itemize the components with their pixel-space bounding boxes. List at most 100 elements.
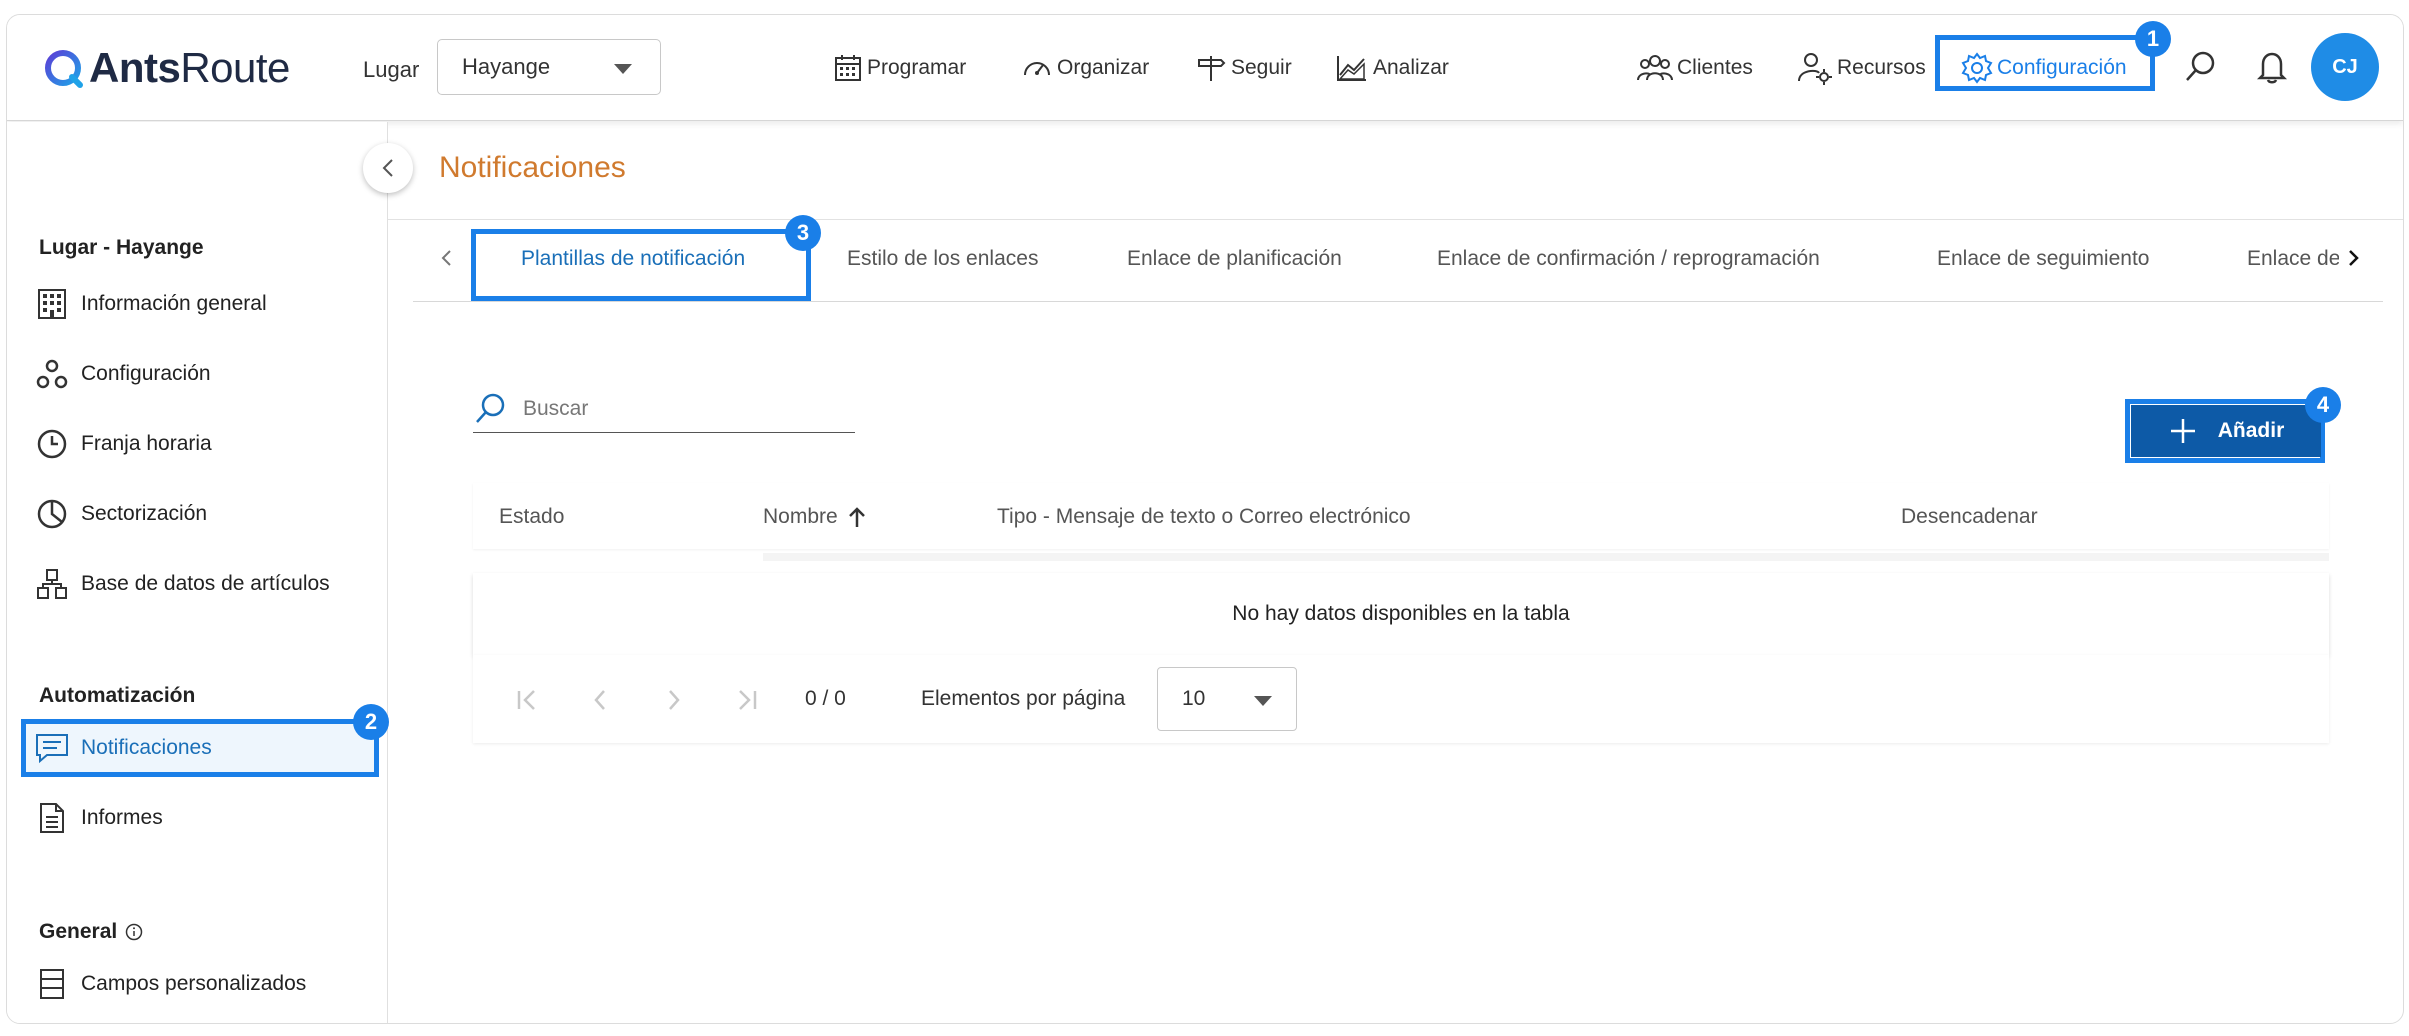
search-icon xyxy=(476,393,505,423)
logo-icon xyxy=(43,48,83,88)
per-page-value: 10 xyxy=(1182,687,1206,710)
nav-organizar-label: Organizar xyxy=(1057,56,1150,79)
previous-page-button[interactable] xyxy=(585,685,615,715)
nav-analizar[interactable]: Analizar xyxy=(1335,51,1449,85)
chevron-down-icon xyxy=(1254,696,1272,706)
bell-icon[interactable] xyxy=(2255,49,2289,90)
logo-text: AntsRoute xyxy=(89,44,290,91)
chevron-right-icon xyxy=(669,690,680,710)
add-button[interactable]: Añadir xyxy=(2131,405,2321,457)
sidebar-item-label: Sectorización xyxy=(81,502,208,525)
table-icon xyxy=(35,967,69,1001)
plus-icon xyxy=(2170,419,2195,443)
gauge-icon xyxy=(1024,62,1050,76)
search-field[interactable] xyxy=(473,385,855,433)
sidebar-item-label: Base de datos de artículos xyxy=(81,572,330,595)
chart-icon xyxy=(1337,56,1366,81)
building-icon xyxy=(35,287,69,321)
annotation-badge-4: 4 xyxy=(2305,387,2341,423)
nav-seguir[interactable]: Seguir xyxy=(1195,51,1292,85)
tabs-scroll-left-button[interactable] xyxy=(431,243,461,273)
sidebar-item-label: Campos personalizados xyxy=(81,972,307,995)
clock-icon xyxy=(35,427,69,461)
lugar-label: Lugar xyxy=(363,57,420,82)
chevron-down-icon xyxy=(614,64,632,74)
chevron-left-icon xyxy=(441,250,451,266)
gear-icon xyxy=(1961,52,1993,84)
chevron-left-icon xyxy=(382,159,393,177)
calendar-icon xyxy=(835,55,861,81)
sidebar-section-lugar: Lugar - Hayange xyxy=(39,236,204,259)
sidebar-item-label: Notificaciones xyxy=(81,736,212,759)
nav-organizar[interactable]: Organizar xyxy=(1021,51,1149,85)
nav-clientes-label: Clientes xyxy=(1677,56,1753,79)
first-page-button[interactable] xyxy=(513,685,543,715)
last-page-icon xyxy=(739,690,757,710)
info-icon[interactable] xyxy=(125,923,143,941)
per-page-select[interactable]: 10 xyxy=(1157,667,1297,731)
sidebar-item-campos-personalizados[interactable]: Campos personalizados xyxy=(35,964,306,1004)
column-header-nombre[interactable]: Nombre xyxy=(763,505,866,529)
tab-enlace-planificacion[interactable]: Enlace de planificación xyxy=(1127,247,1342,271)
nav-clientes[interactable]: Clientes xyxy=(1637,51,1753,85)
nav-seguir-label: Seguir xyxy=(1231,56,1292,79)
boxes-icon xyxy=(35,567,69,601)
sidebar-item-label: Información general xyxy=(81,292,267,315)
column-header-estado[interactable]: Estado xyxy=(499,505,564,529)
avatar[interactable]: CJ xyxy=(2311,33,2379,101)
chevron-right-icon xyxy=(2349,250,2359,266)
sidebar-section-general-label: General xyxy=(39,920,118,943)
divider xyxy=(388,219,2403,220)
pie-icon xyxy=(35,497,69,531)
tab-enlace-more[interactable]: Enlace de xyxy=(2247,247,2339,271)
chevron-left-icon xyxy=(594,690,605,710)
lugar-select-value: Hayange xyxy=(462,54,551,79)
annotation-badge-2: 2 xyxy=(353,704,389,740)
tab-estilo-enlaces[interactable]: Estilo de los enlaces xyxy=(847,247,1038,271)
sidebar-item-notificaciones[interactable]: Notificaciones xyxy=(35,728,212,768)
annotation-badge-3: 3 xyxy=(785,215,821,251)
annotation-badge-1: 1 xyxy=(2135,21,2171,57)
nav-recursos[interactable]: Recursos xyxy=(1797,51,1926,85)
paginator: 0 / 0 Elementos por página 10 xyxy=(473,655,2329,743)
empty-message: No hay datos disponibles en la tabla xyxy=(1232,602,1570,625)
divider xyxy=(413,301,2383,302)
search-icon[interactable] xyxy=(2183,49,2219,90)
tab-enlace-confirmacion[interactable]: Enlace de confirmación / reprogramación xyxy=(1437,247,1820,271)
sidebar-section-general: General xyxy=(39,920,143,944)
nav-programar[interactable]: Programar xyxy=(833,51,966,85)
column-header-desencadenar[interactable]: Desencadenar xyxy=(1901,505,2038,529)
app-window: AntsRoute Lugar Hayange Programar Organi… xyxy=(6,14,2404,1024)
lugar-select[interactable]: Hayange xyxy=(437,39,661,95)
sidebar-item-base-de-datos[interactable]: Base de datos de artículos xyxy=(35,564,330,604)
top-bar: AntsRoute Lugar Hayange Programar Organi… xyxy=(7,15,2403,121)
sidebar-item-sectorizacion[interactable]: Sectorización xyxy=(35,494,207,534)
sidebar-item-informes[interactable]: Informes xyxy=(35,798,163,838)
sidebar: Lugar - Hayange Información general Conf… xyxy=(7,122,389,1023)
tabs-scroll-right-button[interactable] xyxy=(2339,243,2369,273)
sidebar-item-configuracion[interactable]: Configuración xyxy=(35,354,211,394)
next-page-button[interactable] xyxy=(659,685,689,715)
first-page-icon xyxy=(517,690,535,710)
antsroute-logo[interactable]: AntsRoute xyxy=(43,43,290,93)
nav-configuracion[interactable]: Configuración xyxy=(1961,51,2127,85)
annotation-box-3 xyxy=(471,229,811,301)
sort-ascending-icon xyxy=(848,507,865,527)
column-header-tipo[interactable]: Tipo - Mensaje de texto o Correo electró… xyxy=(997,505,1411,529)
nav-configuracion-label: Configuración xyxy=(1997,56,2127,79)
chat-icon xyxy=(35,731,69,765)
cogs-icon xyxy=(35,357,69,391)
signpost-icon xyxy=(1198,56,1226,81)
nav-analizar-label: Analizar xyxy=(1373,56,1449,79)
search-input[interactable] xyxy=(523,396,843,421)
table-separator xyxy=(763,553,2329,561)
sidebar-item-label: Franja horaria xyxy=(81,432,212,455)
table-empty-row: No hay datos disponibles en la tabla xyxy=(473,573,2329,655)
column-header-nombre-label: Nombre xyxy=(763,505,838,528)
collapse-sidebar-button[interactable] xyxy=(363,143,413,193)
tab-enlace-seguimiento[interactable]: Enlace de seguimiento xyxy=(1937,247,2149,271)
last-page-button[interactable] xyxy=(731,685,761,715)
users-icon xyxy=(1637,55,1673,81)
sidebar-item-franja-horaria[interactable]: Franja horaria xyxy=(35,424,212,464)
sidebar-item-informacion-general[interactable]: Información general xyxy=(35,284,267,324)
